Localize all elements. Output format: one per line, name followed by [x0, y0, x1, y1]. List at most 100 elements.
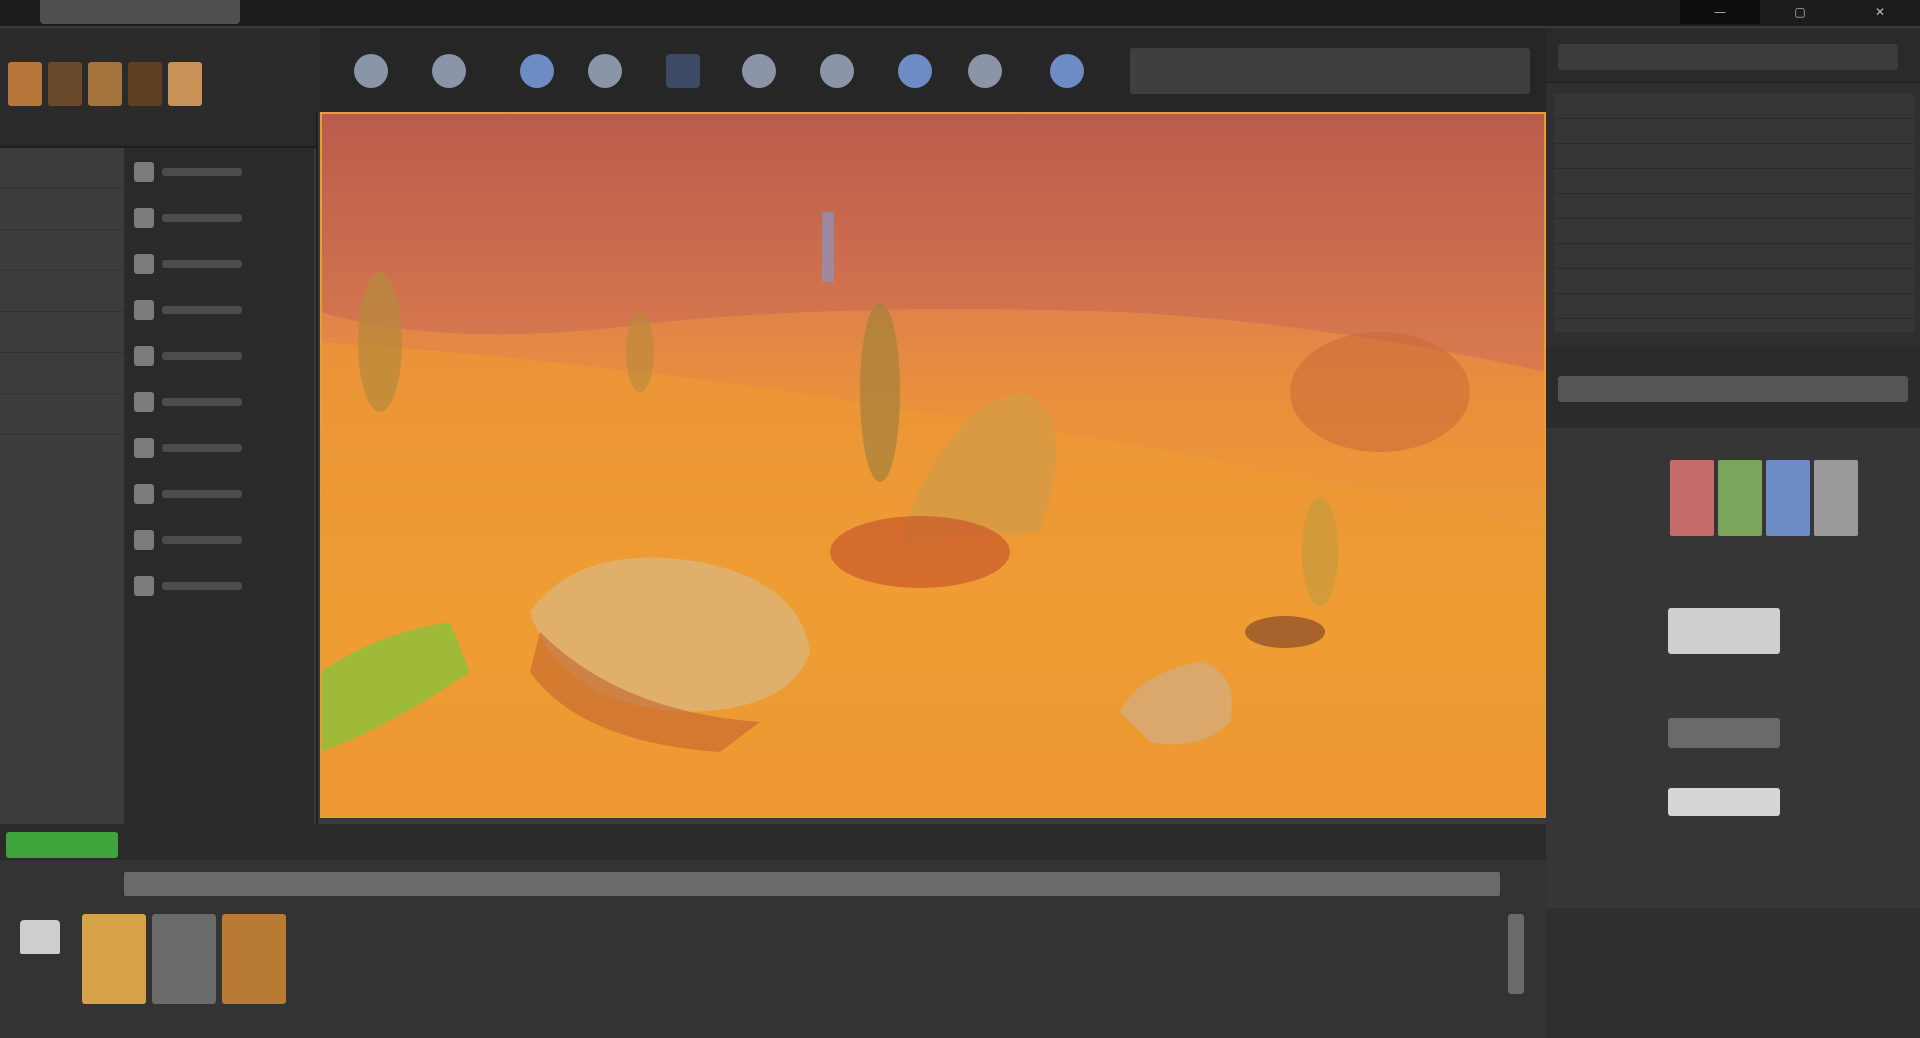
actor-icon	[134, 346, 154, 366]
blueprints-icon	[742, 54, 776, 88]
actor-label	[162, 214, 242, 222]
rock[interactable]	[1245, 616, 1325, 648]
details-header	[1546, 346, 1920, 428]
actor-label	[162, 490, 242, 498]
category-item[interactable]	[0, 148, 124, 189]
dropdown-field[interactable]	[1668, 718, 1780, 748]
category-item[interactable]	[0, 353, 124, 394]
title-bar: — ▢ ✕	[0, 0, 1920, 26]
actor-list-item[interactable]	[134, 296, 304, 324]
maximize-button[interactable]: ▢	[1760, 0, 1840, 24]
actor-list-item[interactable]	[134, 434, 304, 462]
actor-list-item[interactable]	[134, 250, 304, 278]
property-row	[1558, 548, 1908, 568]
details-search-input[interactable]	[1558, 376, 1908, 402]
landscape-mode-icon[interactable]	[88, 62, 122, 106]
settings-icon	[666, 54, 700, 88]
build-button[interactable]	[886, 42, 944, 100]
close-button[interactable]: ✕	[1840, 0, 1920, 24]
save-current-button[interactable]	[342, 42, 400, 100]
mode-tabs	[8, 62, 202, 106]
y-field[interactable]	[1718, 460, 1762, 536]
search-input[interactable]	[0, 112, 316, 148]
actor-icon	[134, 576, 154, 596]
outliner-row[interactable]	[1554, 119, 1914, 144]
outliner-row[interactable]	[1554, 269, 1914, 294]
foliage-mode-icon[interactable]	[128, 62, 162, 106]
player-start[interactable]	[822, 212, 834, 282]
level-tab[interactable]	[40, 0, 240, 24]
content-icon	[520, 54, 554, 88]
outliner-row[interactable]	[1554, 194, 1914, 219]
actor-label	[162, 398, 242, 406]
mesh-paint-icon[interactable]	[168, 62, 202, 106]
outliner-search-input[interactable]	[1558, 44, 1898, 70]
material-slot[interactable]	[1668, 608, 1780, 654]
cactus[interactable]	[626, 312, 654, 392]
marketplace-button[interactable]	[576, 42, 634, 100]
marketplace-icon	[588, 54, 622, 88]
level-tab-label	[40, 0, 240, 10]
extra-field[interactable]	[1814, 460, 1858, 536]
cactus[interactable]	[358, 272, 402, 412]
right-panel	[1546, 28, 1920, 1038]
actor-label	[162, 306, 242, 314]
content-path-bar[interactable]	[124, 872, 1500, 896]
cinematics-button[interactable]	[808, 42, 866, 100]
minimize-button[interactable]: —	[1680, 0, 1760, 24]
actor-list-item[interactable]	[134, 526, 304, 554]
outliner-row[interactable]	[1554, 169, 1914, 194]
level-viewport[interactable]	[320, 112, 1546, 818]
category-item[interactable]	[0, 271, 124, 312]
asset-thumbnail[interactable]	[222, 914, 286, 1004]
actor-list-item[interactable]	[134, 388, 304, 416]
actor-list-item[interactable]	[134, 204, 304, 232]
world-outliner	[1554, 94, 1914, 332]
blueprints-button[interactable]	[730, 42, 788, 100]
close-icon: ✕	[1874, 5, 1886, 19]
build-icon	[898, 54, 932, 88]
desert-shrub[interactable]	[1290, 332, 1470, 452]
folder-icon[interactable]	[20, 920, 60, 954]
play-button[interactable]	[956, 42, 1014, 100]
cactus[interactable]	[1302, 497, 1338, 607]
category-item[interactable]	[0, 189, 124, 230]
category-item[interactable]	[0, 230, 124, 271]
x-field[interactable]	[1670, 460, 1714, 536]
outliner-row[interactable]	[1554, 244, 1914, 269]
outliner-row[interactable]	[1554, 219, 1914, 244]
settings-button[interactable]	[654, 42, 712, 100]
content-browser-toolbar	[0, 824, 1546, 860]
outliner-row[interactable]	[1554, 144, 1914, 169]
actor-icon	[134, 300, 154, 320]
canyon-wall	[320, 112, 1546, 372]
category-item[interactable]	[0, 394, 124, 435]
details-panel	[1546, 428, 1920, 908]
content-button[interactable]	[508, 42, 566, 100]
category-item[interactable]	[0, 312, 124, 353]
outliner-row[interactable]	[1554, 94, 1914, 119]
outliner-row[interactable]	[1554, 294, 1914, 319]
z-field[interactable]	[1766, 460, 1810, 536]
asset-field[interactable]	[1668, 788, 1780, 816]
cactus[interactable]	[860, 302, 900, 482]
scrollbar[interactable]	[1508, 914, 1524, 994]
add-new-button[interactable]	[6, 832, 118, 858]
actor-icon	[134, 254, 154, 274]
actor-list-item[interactable]	[134, 572, 304, 600]
paint-mode-icon[interactable]	[48, 62, 82, 106]
minimize-icon: —	[1714, 5, 1726, 19]
save-current-icon	[354, 54, 388, 88]
actor-label	[162, 536, 242, 544]
source-control-button[interactable]	[420, 42, 478, 100]
asset-thumbnail[interactable]	[152, 914, 216, 1004]
actor-icon	[134, 208, 154, 228]
rock-shadow	[830, 516, 1010, 588]
launch-button[interactable]	[1038, 42, 1096, 100]
actor-list-item[interactable]	[134, 480, 304, 508]
actor-list-item[interactable]	[134, 342, 304, 370]
place-mode-icon[interactable]	[8, 62, 42, 106]
play-icon	[968, 54, 1002, 88]
actor-list-item[interactable]	[134, 158, 304, 186]
asset-thumbnail[interactable]	[82, 914, 146, 1004]
